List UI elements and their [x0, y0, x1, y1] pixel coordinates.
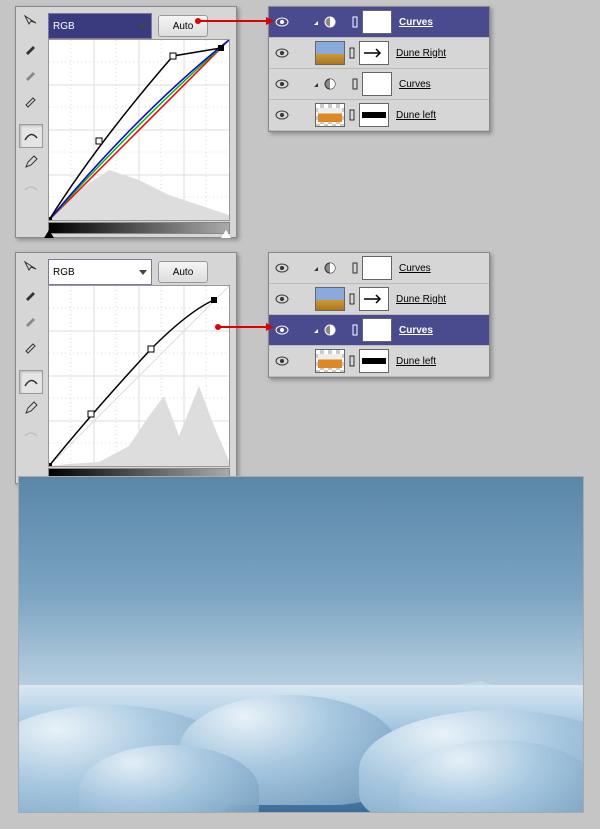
clip-indicator — [312, 78, 348, 90]
layer-name: Dune left — [396, 110, 436, 121]
curves-graph-2[interactable] — [48, 285, 230, 467]
visibility-icon[interactable] — [273, 75, 291, 93]
eyedropper-black-icon[interactable] — [19, 282, 43, 306]
layer-name: Dune left — [396, 356, 436, 367]
layer-mask[interactable] — [362, 10, 392, 34]
layer-mask[interactable] — [362, 72, 392, 96]
chevron-down-icon — [139, 24, 147, 29]
curve-smooth-tool[interactable] — [19, 124, 43, 148]
annotation-arrow-2 — [218, 326, 266, 328]
layer-mask[interactable] — [359, 287, 389, 311]
layers-panel-1: Curves Dune Right Curves Dune left — [268, 6, 490, 132]
target-adjust-tool[interactable] — [19, 256, 43, 280]
chevron-down-icon — [139, 270, 147, 275]
layer-row-curves-2[interactable]: Curves — [269, 315, 489, 346]
layer-name: Curves — [399, 79, 431, 90]
curve-point[interactable] — [211, 297, 217, 303]
visibility-icon[interactable] — [273, 321, 291, 339]
curve-point[interactable] — [148, 346, 154, 352]
curve-point[interactable] — [88, 411, 94, 417]
layer-name: Curves — [399, 325, 433, 336]
eyedropper-gray-icon[interactable] — [19, 308, 43, 332]
visibility-icon[interactable] — [273, 106, 291, 124]
layer-name: Curves — [399, 17, 433, 28]
channel-select[interactable]: RGB — [48, 259, 152, 285]
layer-row-curves-1[interactable]: Curves — [269, 253, 489, 284]
black-point-slider[interactable] — [44, 230, 54, 238]
eyedropper-white-icon[interactable] — [19, 88, 43, 112]
clip-indicator — [312, 16, 348, 28]
layers-panel-2: Curves Dune Right Curves Dune left — [268, 252, 490, 378]
layer-thumb[interactable] — [315, 349, 345, 373]
layer-thumb[interactable] — [315, 287, 345, 311]
layer-mask[interactable] — [359, 349, 389, 373]
clip-indicator — [312, 262, 348, 274]
channel-row: RGB Auto — [48, 13, 208, 39]
visibility-icon[interactable] — [273, 44, 291, 62]
layer-mask[interactable] — [362, 256, 392, 280]
eyedropper-white-icon[interactable] — [19, 334, 43, 358]
layer-row-dune-right[interactable]: Dune Right — [269, 38, 489, 69]
curve-point[interactable] — [170, 53, 176, 59]
curves-toolbar — [19, 10, 43, 200]
curve-smooth-tool[interactable] — [19, 370, 43, 394]
eyedropper-gray-icon[interactable] — [19, 62, 43, 86]
layer-mask[interactable] — [362, 318, 392, 342]
pencil-tool[interactable] — [19, 396, 43, 420]
smooth-tool[interactable] — [19, 176, 43, 200]
visibility-icon[interactable] — [273, 259, 291, 277]
link-icon — [351, 323, 359, 337]
target-adjust-tool[interactable] — [19, 10, 43, 34]
layer-row-dune-left[interactable]: Dune left — [269, 100, 489, 131]
auto-button[interactable]: Auto — [158, 15, 208, 37]
pencil-tool[interactable] — [19, 150, 43, 174]
layer-name: Dune Right — [396, 48, 446, 59]
layer-name: Curves — [399, 263, 431, 274]
link-icon — [348, 354, 356, 368]
curves-graph-1[interactable] — [48, 39, 230, 221]
link-icon — [348, 46, 356, 60]
curves-toolbar — [19, 256, 43, 446]
channel-select[interactable]: RGB — [48, 13, 152, 39]
white-point-slider[interactable] — [221, 230, 231, 238]
curve-point[interactable] — [218, 45, 224, 51]
layer-mask[interactable] — [359, 103, 389, 127]
link-icon — [348, 292, 356, 306]
result-preview — [18, 476, 584, 813]
link-icon — [351, 261, 359, 275]
layer-row-curves-1[interactable]: Curves — [269, 7, 489, 38]
channel-label: RGB — [53, 21, 75, 32]
curve-point[interactable] — [96, 138, 102, 144]
link-icon — [351, 77, 359, 91]
smooth-tool[interactable] — [19, 422, 43, 446]
channel-row: RGB Auto — [48, 259, 208, 285]
layer-thumb[interactable] — [315, 103, 345, 127]
curve-point[interactable] — [49, 463, 52, 466]
visibility-icon[interactable] — [273, 352, 291, 370]
link-icon — [351, 15, 359, 29]
curves-panel-2: RGB Auto — [15, 252, 237, 484]
layer-thumb[interactable] — [315, 41, 345, 65]
eyedropper-black-icon[interactable] — [19, 36, 43, 60]
visibility-icon[interactable] — [273, 290, 291, 308]
layer-row-dune-right[interactable]: Dune Right — [269, 284, 489, 315]
visibility-icon[interactable] — [273, 13, 291, 31]
layer-row-dune-left[interactable]: Dune left — [269, 346, 489, 377]
layer-name: Dune Right — [396, 294, 446, 305]
annotation-arrow-1 — [198, 20, 266, 22]
layer-row-curves-2[interactable]: Curves — [269, 69, 489, 100]
curve-point[interactable] — [49, 217, 52, 220]
curves-panel-1: RGB Auto — [15, 6, 237, 238]
dunes — [19, 685, 583, 812]
auto-button[interactable]: Auto — [158, 261, 208, 283]
channel-label: RGB — [53, 267, 75, 278]
clip-indicator — [312, 324, 348, 336]
input-slider[interactable] — [48, 222, 230, 234]
link-icon — [348, 108, 356, 122]
layer-mask[interactable] — [359, 41, 389, 65]
